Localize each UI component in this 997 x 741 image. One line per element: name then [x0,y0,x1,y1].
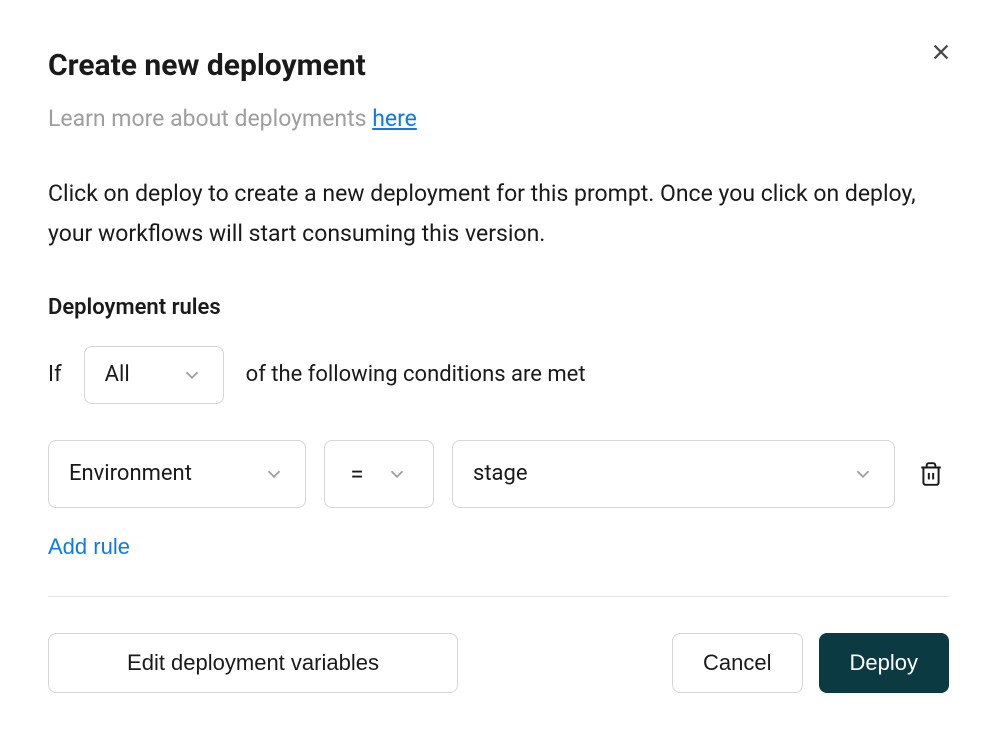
divider [48,596,949,597]
rule-value-select[interactable]: stage [452,440,895,508]
cancel-button[interactable]: Cancel [672,633,802,693]
delete-rule-button[interactable] [913,456,949,492]
modal-description: Click on deploy to create a new deployme… [48,174,949,255]
close-icon [930,41,952,63]
footer-actions: Cancel Deploy [672,633,949,693]
chevron-down-icon [386,463,408,485]
add-rule-button[interactable]: Add rule [48,534,130,560]
match-mode-value: All [105,362,169,387]
deploy-button[interactable]: Deploy [819,633,949,693]
rule-operator-select[interactable]: = [324,440,434,508]
chevron-down-icon [263,463,285,485]
chevron-down-icon [852,463,874,485]
rule-row: Environment = stage [48,440,949,508]
chevron-down-icon [181,364,203,386]
match-mode-select[interactable]: All [84,346,224,404]
modal-subtitle: Learn more about deployments here [48,105,949,132]
close-button[interactable] [925,36,957,68]
create-deployment-modal: Create new deployment Learn more about d… [0,0,997,741]
subtitle-text: Learn more about deployments [48,105,372,132]
rule-field-value: Environment [69,461,251,486]
rule-operator-value: = [350,460,363,488]
rule-field-select[interactable]: Environment [48,440,306,508]
rule-match-row: If All of the following conditions are m… [48,346,949,404]
rules-heading: Deployment rules [48,295,949,320]
trash-icon [918,460,944,488]
of-label: of the following conditions are met [246,362,586,387]
edit-variables-button[interactable]: Edit deployment variables [48,633,458,693]
modal-footer: Edit deployment variables Cancel Deploy [48,633,949,693]
modal-title: Create new deployment [48,48,949,83]
rule-value-text: stage [473,461,840,486]
learn-more-link[interactable]: here [372,105,417,132]
if-label: If [48,362,62,387]
